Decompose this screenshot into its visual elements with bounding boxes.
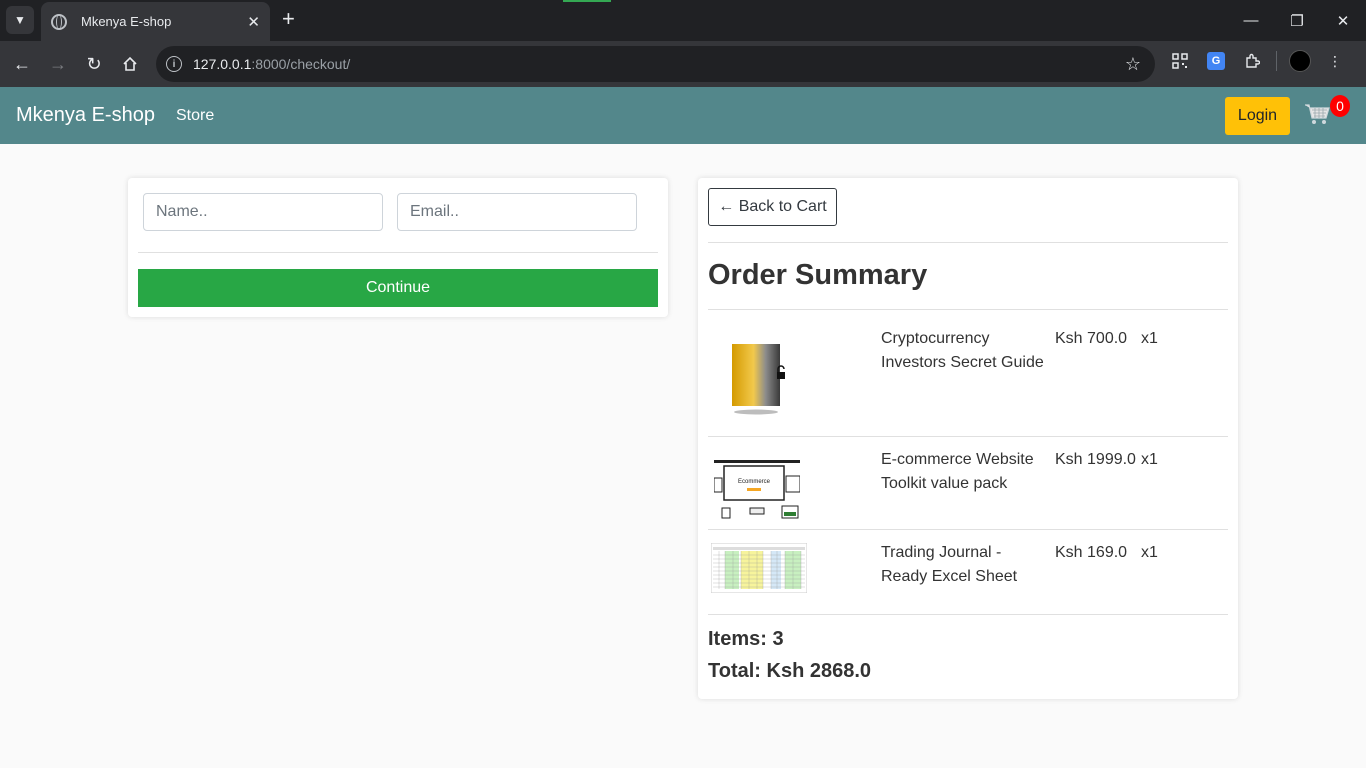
svg-text:Ecommerce: Ecommerce (738, 479, 771, 485)
item-divider (708, 529, 1228, 530)
site-navbar: Mkenya E-shop Store Login (0, 87, 1366, 144)
checkout-form-card: Continue (128, 178, 668, 317)
forward-icon[interactable]: → (40, 46, 76, 82)
toolbar-separator (1276, 51, 1277, 71)
tab-group-indicator (563, 0, 611, 2)
order-summary-title: Order Summary (708, 259, 928, 291)
site-info-icon[interactable]: i (166, 56, 182, 72)
summary-divider (708, 614, 1228, 615)
profile-avatar[interactable] (1289, 50, 1311, 72)
summary-divider (708, 242, 1228, 243)
login-button[interactable]: Login (1225, 97, 1290, 135)
minimize-icon[interactable]: — (1228, 0, 1274, 41)
close-window-icon[interactable]: ✕ (1320, 0, 1366, 41)
order-summary-card: ← Back to Cart Order Summary Cryptocurre… (698, 178, 1238, 699)
home-icon[interactable] (112, 46, 148, 82)
form-divider (138, 252, 658, 253)
url-host: 127.0.0.1 (193, 56, 252, 72)
item-name: E-commerce Website Toolkit value pack (881, 451, 1034, 492)
ecommerce-toolkit-image: Ecommerce (713, 458, 801, 525)
item-price: Ksh 169.0 (1055, 544, 1128, 561)
browser-menu-icon[interactable]: ⋮ (1323, 49, 1347, 73)
item-price: Ksh 700.0 (1055, 330, 1128, 347)
reload-icon[interactable]: ↻ (76, 46, 112, 82)
item-name: Cryptocurrency Investors Secret Guide (881, 330, 1044, 371)
back-icon[interactable]: ← (4, 46, 40, 82)
window-controls: — ❐ ✕ (1228, 0, 1366, 41)
cart-count-badge: 0 (1330, 95, 1350, 117)
order-total: Total: Ksh 2868.0 (708, 660, 872, 682)
back-to-cart-button[interactable]: ← Back to Cart (708, 188, 837, 226)
bookmark-star-icon[interactable]: ☆ (1125, 54, 1141, 75)
extensions-area: G ⋮ (1168, 49, 1347, 73)
restore-icon[interactable]: ❐ (1274, 0, 1320, 41)
item-quantity: x1 (1141, 330, 1158, 347)
summary-divider (708, 309, 1228, 310)
continue-button[interactable]: Continue (138, 269, 658, 307)
extensions-puzzle-icon[interactable] (1240, 49, 1264, 73)
email-input[interactable] (397, 193, 637, 231)
qr-code-icon[interactable] (1168, 49, 1192, 73)
item-divider (708, 436, 1228, 437)
item-quantity: x1 (1141, 544, 1158, 561)
trading-journal-sheet-image (710, 542, 808, 598)
tab-search-icon[interactable]: ▼ (6, 6, 34, 34)
tab-title: Mkenya E-shop (81, 14, 172, 29)
translate-icon[interactable]: G (1207, 52, 1225, 70)
address-bar[interactable]: i 127.0.0.1:8000/checkout/ ☆ (156, 46, 1155, 82)
cart-icon[interactable] (1304, 102, 1330, 128)
close-tab-icon[interactable]: ✕ (247, 13, 260, 31)
new-tab-icon[interactable]: + (282, 8, 295, 30)
crypto-guide-book-image (708, 327, 808, 422)
browser-toolbar: ← → ↻ i 127.0.0.1:8000/checkout/ ☆ G ⋮ (0, 41, 1366, 87)
browser-tabbar: ▼ Mkenya E-shop ✕ + — ❐ ✕ (0, 0, 1366, 41)
item-name: Trading Journal - Ready Excel Sheet (881, 544, 1018, 585)
url-path: :8000/checkout/ (251, 56, 351, 72)
item-quantity: x1 (1141, 451, 1158, 468)
name-input[interactable] (143, 193, 383, 231)
globe-icon (51, 13, 67, 30)
browser-tab[interactable]: Mkenya E-shop ✕ (41, 2, 270, 41)
site-brand[interactable]: Mkenya E-shop (16, 104, 155, 127)
items-count: Items: 3 (708, 628, 784, 650)
item-price: Ksh 1999.0 (1055, 451, 1136, 468)
nav-store-link[interactable]: Store (176, 107, 214, 125)
